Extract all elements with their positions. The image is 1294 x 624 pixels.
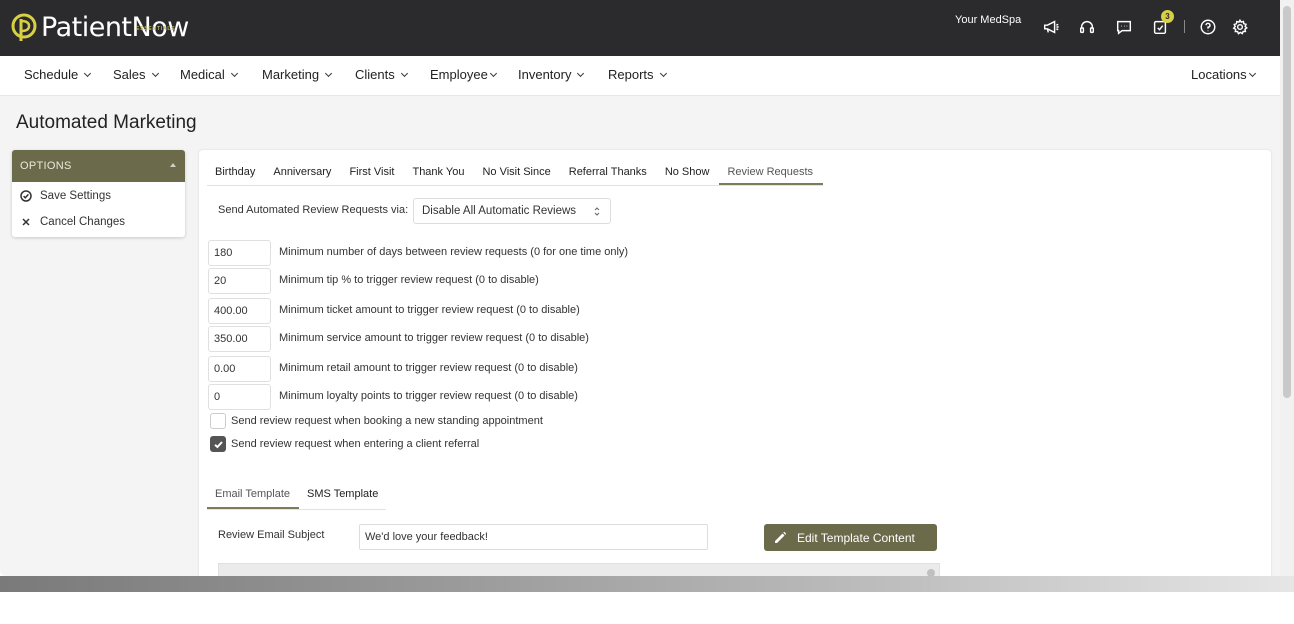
min-tip-input[interactable]: 20 [208, 268, 271, 294]
edit-template-button[interactable]: Edit Template Content [764, 524, 937, 551]
logo-subtitle: ESSENTIALS [136, 26, 176, 32]
nav-label: Medical [180, 67, 225, 82]
save-settings-button[interactable]: Save Settings [20, 190, 111, 202]
checkmark-icon [213, 440, 223, 448]
standing-appointment-checkbox[interactable] [210, 413, 226, 429]
check-circle-icon [20, 190, 32, 202]
chevron-down-icon [400, 69, 408, 77]
nav-schedule[interactable]: Schedule [24, 67, 92, 82]
nav-reports[interactable]: Reports [608, 67, 667, 82]
top-bar: PatientNow ESSENTIALS Your MedSpa 3 [0, 0, 1280, 56]
min-ticket-label: Minimum ticket amount to trigger review … [279, 304, 580, 316]
tab-no-visit-since[interactable]: No Visit Since [474, 164, 560, 185]
main-nav: Schedule Sales Medical Marketing Clients… [0, 56, 1280, 96]
chevron-down-icon [1248, 69, 1256, 77]
nav-label: Schedule [24, 67, 79, 82]
review-method-select[interactable]: Disable All Automatic Reviews [413, 198, 611, 224]
page-scrollbar[interactable] [1280, 0, 1294, 576]
close-icon [22, 218, 30, 226]
min-days-input[interactable]: 180 [208, 240, 271, 266]
options-header[interactable]: OPTIONS [12, 150, 185, 182]
chevron-down-icon [659, 69, 667, 77]
options-panel: OPTIONS Save Settings Cancel Changes [12, 150, 185, 237]
min-ticket-input[interactable]: 400.00 [208, 298, 271, 324]
caret-up-icon [170, 163, 176, 167]
chat-icon[interactable] [1113, 16, 1135, 38]
email-subject-label: Review Email Subject [218, 529, 325, 541]
nav-locations[interactable]: Locations [1191, 67, 1256, 82]
gear-icon[interactable] [1229, 16, 1251, 38]
tab-email-template[interactable]: Email Template [207, 488, 299, 509]
nav-employee[interactable]: Employee [430, 67, 497, 82]
email-subject-input[interactable]: We'd love your feedback! [359, 524, 708, 550]
review-method-label: Send Automated Review Requests via: [218, 204, 409, 216]
review-method-value: Disable All Automatic Reviews [422, 205, 577, 217]
nav-label: Inventory [518, 67, 572, 82]
help-icon[interactable] [1197, 16, 1219, 38]
nav-label: Marketing [262, 67, 320, 82]
chevron-down-icon [325, 69, 333, 77]
chevron-down-icon [230, 69, 238, 77]
tab-review-requests[interactable]: Review Requests [719, 164, 824, 185]
standing-appointment-option[interactable]: Send review request when booking a new s… [210, 413, 543, 429]
editor-scroll-handle[interactable] [927, 569, 935, 576]
select-arrows-icon [594, 207, 600, 216]
options-header-label: OPTIONS [20, 160, 72, 172]
chevron-down-icon [151, 69, 159, 77]
nav-label: Sales [113, 67, 146, 82]
nav-label: Reports [608, 67, 654, 82]
nav-label: Clients [355, 67, 395, 82]
tab-birthday[interactable]: Birthday [207, 164, 265, 185]
tab-anniversary[interactable]: Anniversary [265, 164, 341, 185]
nav-label: Locations [1191, 67, 1247, 82]
nav-clients[interactable]: Clients [355, 67, 408, 82]
tab-sms-template[interactable]: SMS Template [299, 488, 386, 509]
nav-marketing[interactable]: Marketing [262, 67, 333, 82]
nav-label: Employee [430, 67, 488, 82]
min-loyalty-label: Minimum loyalty points to trigger review… [279, 390, 578, 402]
tab-thank-you[interactable]: Thank You [404, 164, 474, 185]
nav-medical[interactable]: Medical [180, 67, 238, 82]
tasks-icon[interactable]: 3 [1149, 10, 1174, 38]
settings-card: Birthday Anniversary First Visit Thank Y… [199, 150, 1271, 576]
scrollbar-thumb[interactable] [1283, 6, 1291, 398]
business-name[interactable]: Your MedSpa [955, 14, 1021, 26]
tasks-badge: 3 [1161, 10, 1174, 23]
tab-no-show[interactable]: No Show [657, 164, 720, 185]
client-referral-checkbox[interactable] [210, 436, 226, 452]
nav-sales[interactable]: Sales [113, 67, 159, 82]
headset-icon[interactable] [1076, 16, 1098, 38]
cancel-changes-button[interactable]: Cancel Changes [20, 216, 125, 228]
template-editor[interactable] [218, 563, 940, 576]
pencil-icon [775, 531, 787, 543]
min-loyalty-input[interactable]: 0 [208, 384, 271, 410]
client-referral-label: Send review request when entering a clie… [231, 438, 480, 450]
tab-referral-thanks[interactable]: Referral Thanks [561, 164, 657, 185]
cancel-changes-label: Cancel Changes [40, 216, 126, 228]
logo-mark-icon [11, 13, 37, 41]
chevron-down-icon [489, 69, 497, 77]
edit-template-label: Edit Template Content [797, 530, 915, 545]
min-days-label: Minimum number of days between review re… [279, 246, 629, 258]
min-retail-input[interactable]: 0.00 [208, 356, 271, 382]
min-retail-label: Minimum retail amount to trigger review … [279, 362, 578, 374]
standing-appointment-label: Send review request when booking a new s… [231, 415, 543, 427]
megaphone-icon[interactable] [1040, 16, 1062, 38]
tab-first-visit[interactable]: First Visit [341, 164, 404, 185]
min-service-input[interactable]: 350.00 [208, 326, 271, 352]
campaign-tabs: Birthday Anniversary First Visit Thank Y… [207, 164, 824, 186]
nav-inventory[interactable]: Inventory [518, 67, 585, 82]
save-settings-label: Save Settings [40, 190, 111, 202]
chevron-down-icon [84, 69, 92, 77]
template-tabs: Email Template SMS Template [207, 488, 387, 510]
chevron-down-icon [577, 69, 585, 77]
min-service-label: Minimum service amount to trigger review… [279, 332, 589, 344]
page-title: Automated Marketing [16, 112, 197, 133]
app-window: PatientNow ESSENTIALS Your MedSpa 3 Sche… [0, 0, 1280, 576]
window-shadow [0, 576, 1294, 592]
topbar-divider [1184, 20, 1185, 33]
client-referral-option[interactable]: Send review request when entering a clie… [210, 436, 479, 452]
min-tip-label: Minimum tip % to trigger review request … [279, 274, 539, 286]
